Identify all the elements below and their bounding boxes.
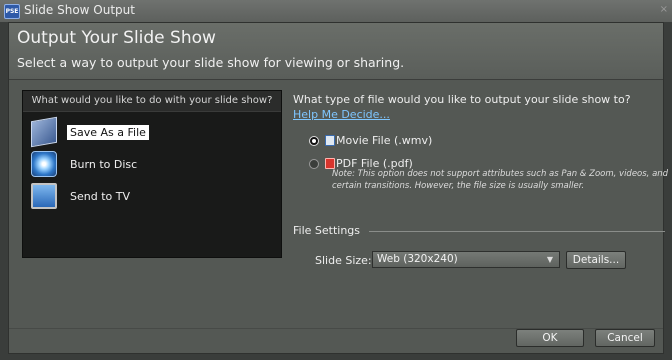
dialog-subtitle: Select a way to output your slide show f… bbox=[17, 55, 405, 70]
movie-file-radio[interactable] bbox=[309, 136, 319, 146]
pdf-file-radio[interactable] bbox=[309, 159, 319, 169]
file-type-question: What type of file would you like to outp… bbox=[293, 93, 631, 106]
option-burn-to-disc[interactable]: Burn to Disc bbox=[29, 151, 269, 179]
option-save-as-file[interactable]: Save As a File bbox=[29, 116, 269, 148]
option-label: Send to TV bbox=[70, 190, 130, 203]
tv-icon bbox=[31, 183, 57, 209]
chevron-down-icon: ▼ bbox=[546, 255, 554, 264]
option-label: Burn to Disc bbox=[70, 158, 138, 171]
movie-file-label[interactable]: Movie File (.wmv) bbox=[336, 134, 432, 147]
ok-button[interactable]: OK bbox=[516, 329, 584, 347]
window-title: Slide Show Output bbox=[24, 3, 135, 17]
slide-size-label: Slide Size: bbox=[315, 254, 372, 267]
close-icon[interactable]: × bbox=[660, 4, 668, 15]
options-panel-heading: What would you like to do with your slid… bbox=[23, 91, 281, 112]
dialog-header: Output Your Slide Show Select a way to o… bbox=[9, 23, 663, 80]
dialog-title: Output Your Slide Show bbox=[17, 28, 216, 48]
slide-show-output-dialog: Output Your Slide Show Select a way to o… bbox=[8, 22, 668, 354]
option-send-to-tv[interactable]: Send to TV bbox=[29, 183, 269, 211]
output-options-panel: What would you like to do with your slid… bbox=[22, 90, 282, 258]
file-icon bbox=[31, 116, 57, 148]
title-bar: PSE Slide Show Output × bbox=[0, 0, 672, 22]
slide-size-select[interactable]: Web (320x240) ▼ bbox=[372, 251, 560, 268]
help-me-decide-link[interactable]: Help Me Decide... bbox=[293, 108, 390, 121]
slide-size-value: Web (320x240) bbox=[377, 253, 458, 265]
file-settings-title: File Settings bbox=[293, 224, 361, 237]
details-button[interactable]: Details... bbox=[566, 251, 626, 269]
wmv-file-icon bbox=[325, 135, 335, 146]
option-label: Save As a File bbox=[67, 125, 149, 140]
cancel-button[interactable]: Cancel bbox=[595, 329, 655, 347]
pdf-note: Note: This option does not support attri… bbox=[332, 169, 669, 191]
app-icon: PSE bbox=[4, 4, 20, 19]
disc-icon bbox=[31, 151, 57, 177]
file-settings-divider bbox=[369, 231, 665, 232]
